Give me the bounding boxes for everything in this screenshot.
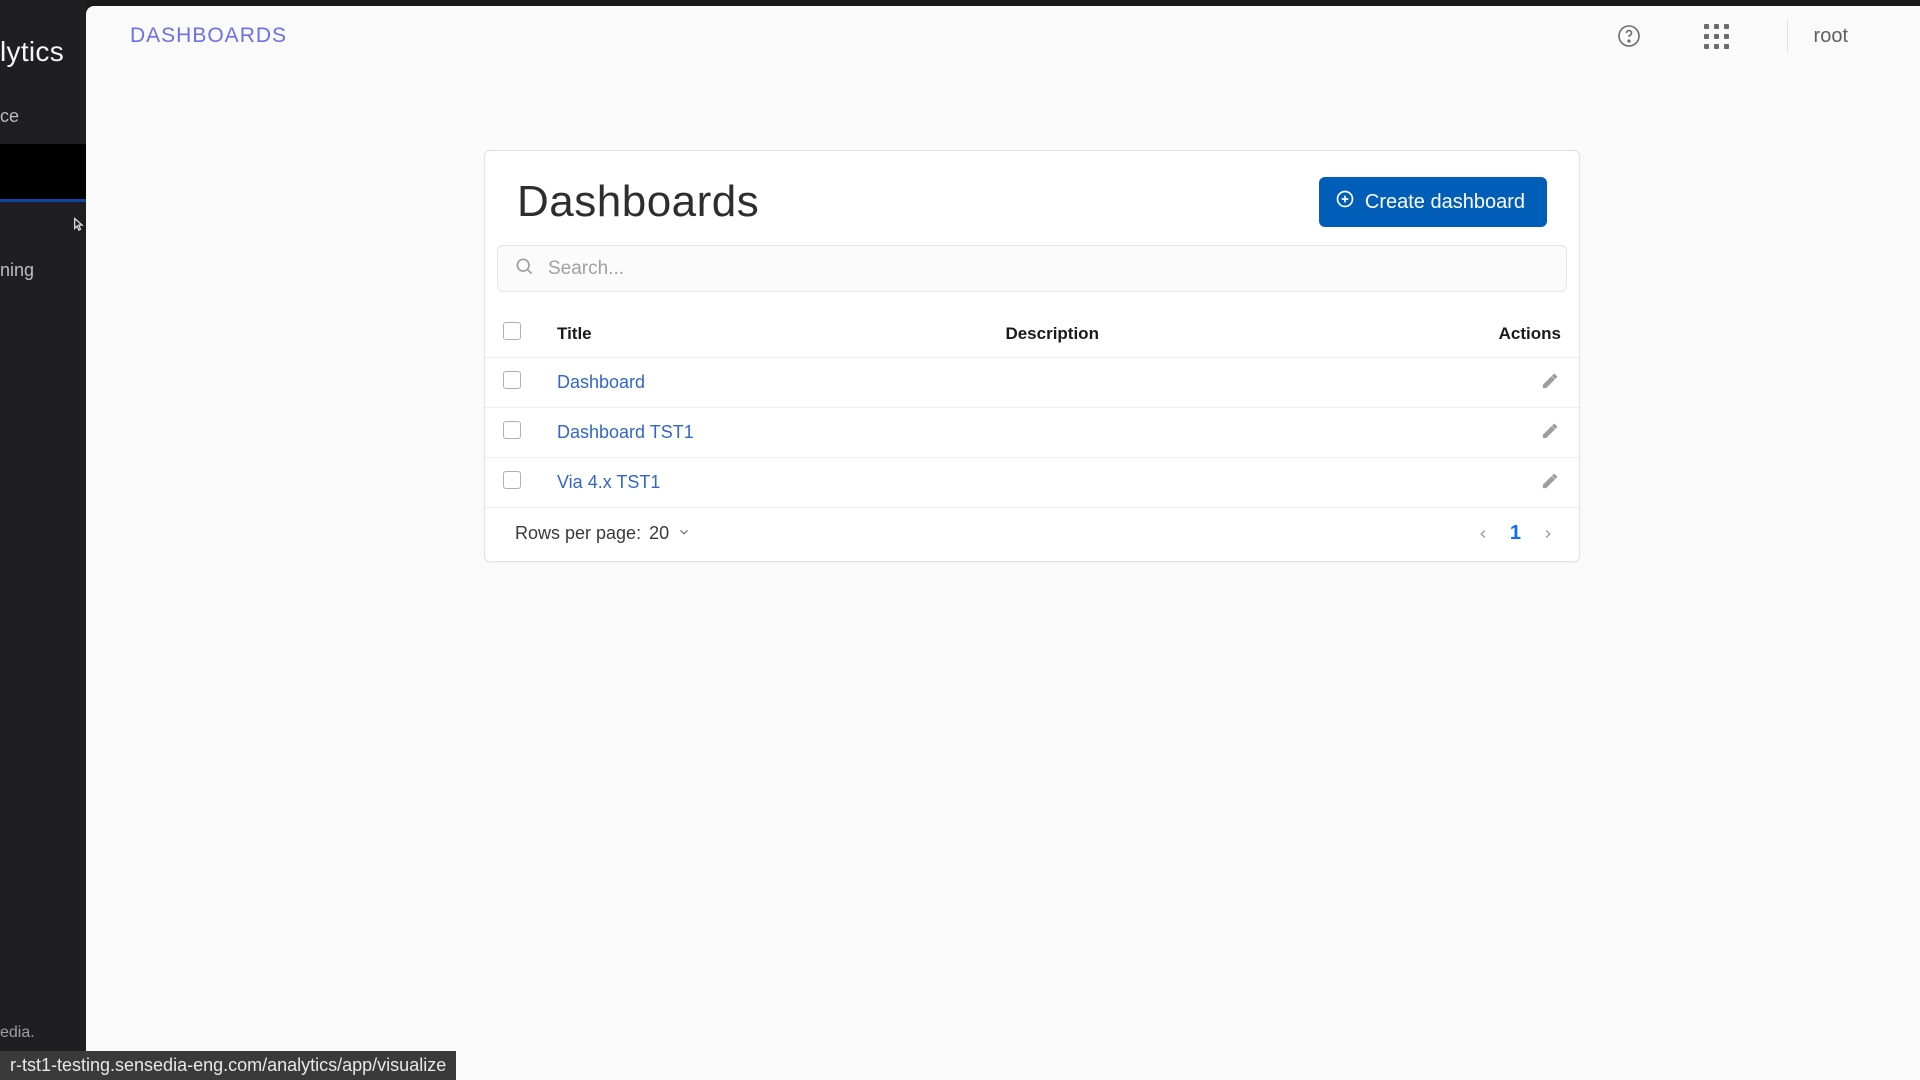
rows-per-page-value: 20 bbox=[649, 523, 669, 544]
topbar: DASHBOARDS root bbox=[86, 6, 1920, 66]
search-input[interactable] bbox=[548, 258, 1550, 280]
select-all-checkbox[interactable] bbox=[503, 322, 521, 340]
search-icon bbox=[514, 256, 534, 281]
brand-text: lytics bbox=[0, 36, 64, 68]
dashboards-table: Title Description Actions Dashboard Da bbox=[485, 310, 1579, 508]
breadcrumb[interactable]: DASHBOARDS bbox=[130, 24, 287, 48]
create-dashboard-label: Create dashboard bbox=[1365, 191, 1525, 214]
table-row: Dashboard TST1 bbox=[485, 408, 1579, 458]
dashboard-link[interactable]: Dashboard TST1 bbox=[557, 422, 694, 442]
cursor-pointer-icon bbox=[68, 216, 88, 241]
current-page[interactable]: 1 bbox=[1510, 522, 1521, 545]
rows-per-page-select[interactable]: Rows per page: 20 bbox=[515, 523, 691, 544]
col-header-description[interactable]: Description bbox=[987, 310, 1323, 358]
app-surface: DASHBOARDS root Dashboards Create dashbo… bbox=[86, 6, 1920, 1080]
row-checkbox[interactable] bbox=[503, 421, 521, 439]
create-dashboard-button[interactable]: Create dashboard bbox=[1319, 177, 1547, 227]
table-row: Dashboard bbox=[485, 358, 1579, 408]
row-description bbox=[987, 408, 1323, 458]
plus-circle-icon bbox=[1335, 189, 1355, 215]
dashboard-link[interactable]: Dashboard bbox=[557, 372, 645, 392]
row-checkbox[interactable] bbox=[503, 471, 521, 489]
rows-per-page-label: Rows per page: bbox=[515, 523, 641, 544]
table-row: Via 4.x TST1 bbox=[485, 458, 1579, 508]
topbar-divider bbox=[1787, 19, 1788, 53]
edit-icon[interactable] bbox=[1539, 370, 1561, 392]
sidebar-item-active[interactable] bbox=[0, 144, 86, 202]
dashboards-card: Dashboards Create dashboard bbox=[484, 150, 1580, 562]
col-header-title[interactable]: Title bbox=[539, 310, 987, 358]
edit-icon[interactable] bbox=[1539, 470, 1561, 492]
sidebar-item-0[interactable]: ce bbox=[0, 100, 19, 133]
status-url: r-tst1-testing.sensedia-eng.com/analytic… bbox=[0, 1051, 456, 1080]
pagination: 1 bbox=[1474, 522, 1557, 545]
sidebar-item-2[interactable]: ning bbox=[0, 254, 34, 287]
dashboard-link[interactable]: Via 4.x TST1 bbox=[557, 472, 660, 492]
next-page-button[interactable] bbox=[1539, 525, 1557, 543]
search-bar[interactable] bbox=[497, 245, 1567, 292]
page-title: Dashboards bbox=[517, 177, 759, 227]
chevron-down-icon bbox=[677, 523, 691, 544]
row-checkbox[interactable] bbox=[503, 371, 521, 389]
edit-icon[interactable] bbox=[1539, 420, 1561, 442]
apps-grid-icon[interactable] bbox=[1703, 22, 1731, 50]
sidebar: lytics ce ning edia. bbox=[0, 0, 86, 1080]
prev-page-button[interactable] bbox=[1474, 525, 1492, 543]
help-icon[interactable] bbox=[1615, 22, 1643, 50]
sidebar-footer: edia. bbox=[0, 1024, 35, 1042]
row-description bbox=[987, 458, 1323, 508]
row-description bbox=[987, 358, 1323, 408]
col-header-actions: Actions bbox=[1324, 310, 1579, 358]
user-menu[interactable]: root bbox=[1814, 25, 1848, 48]
